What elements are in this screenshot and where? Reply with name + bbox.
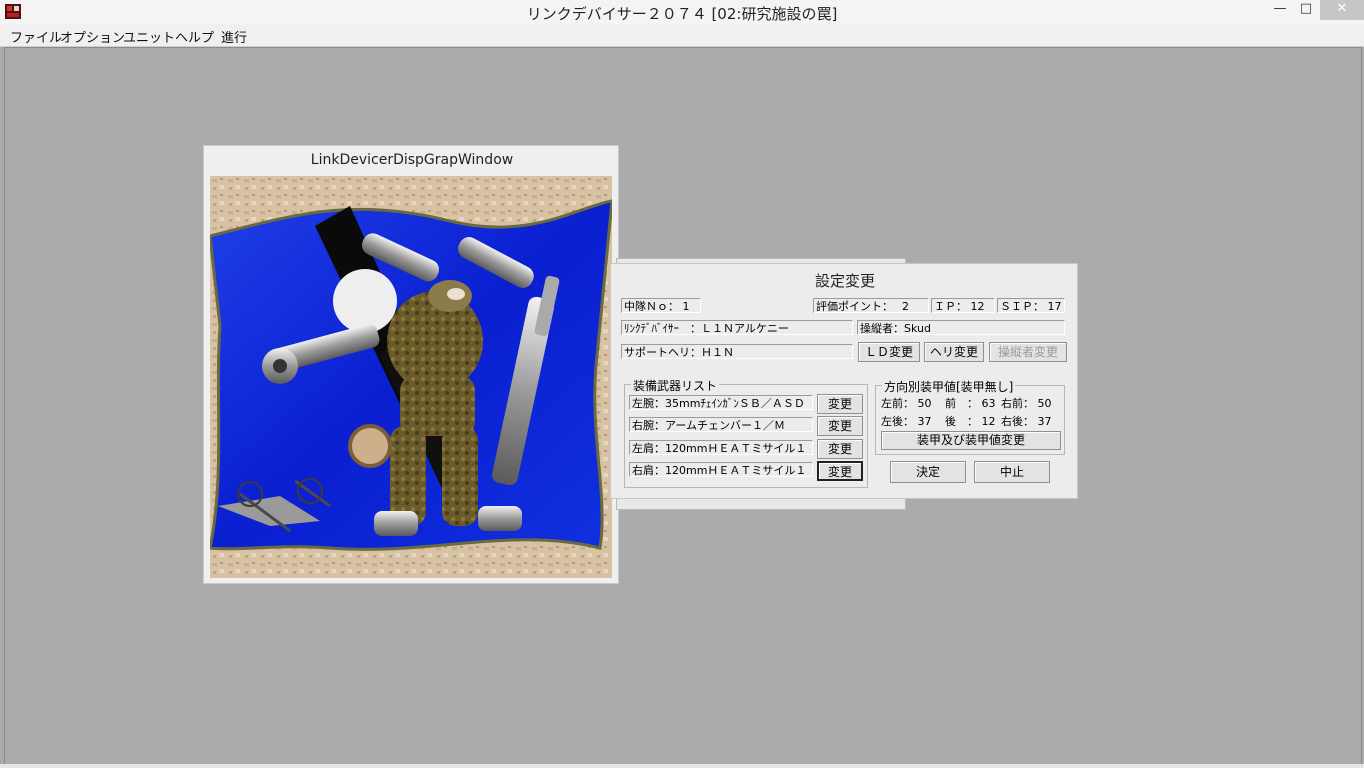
weapon-change-button-right-shoulder[interactable]: 変更 [817, 461, 863, 481]
maximize-button[interactable]: □ [1294, 0, 1318, 20]
evaluation-points: 評価ポイント： 2 [813, 298, 929, 313]
close-icon: ✕ [1336, 1, 1348, 16]
dialog-title: 設定変更 [814, 272, 875, 290]
menu-progress[interactable]: 進行 [221, 27, 247, 46]
cancel-button[interactable]: 中止 [974, 461, 1050, 483]
menu-unit[interactable]: ユニット [123, 27, 175, 46]
sip-value: ＳＩＰ： 17 [997, 298, 1065, 313]
ld-change-button[interactable]: ＬＤ変更 [858, 342, 920, 362]
pilot-change-button[interactable]: 操縦者変更 [989, 342, 1067, 362]
weapon-change-button-left-arm[interactable]: 変更 [817, 394, 863, 414]
bottom-edge [0, 764, 1364, 768]
weapon-change-button-right-arm[interactable]: 変更 [817, 416, 863, 436]
armor-change-button[interactable]: 装甲及び装甲値変更 [881, 431, 1061, 450]
armor-left-rear: 左後： 37 [881, 415, 932, 428]
armor-group-label: 方向別装甲値[装甲無し] [882, 378, 1016, 395]
maximize-icon: □ [1299, 1, 1313, 16]
weapons-group-label: 装備武器リスト [631, 377, 720, 394]
weapon-right-arm: 右腕：アームチェンバー１／Ｍ [629, 417, 813, 432]
menu-help[interactable]: ヘルプ [175, 27, 214, 46]
menu-file[interactable]: ファイル [10, 27, 62, 46]
mech-illustration [210, 176, 612, 578]
settings-dialog[interactable]: 設定変更 中隊Ｎｏ： 1 評価ポイント： 2 ＩＰ： 12 ＳＩＰ： 17 ﾘﾝ… [610, 263, 1078, 499]
minimize-icon: — [1273, 1, 1287, 16]
armor-left-front: 左前： 50 [881, 397, 932, 410]
menu-options[interactable]: オプション [60, 27, 125, 46]
menu-bar: ファイル オプション ユニット ヘルプ 進行 [0, 24, 1364, 47]
ip-value: ＩＰ： 12 [931, 298, 995, 313]
ok-button[interactable]: 決定 [890, 461, 966, 483]
support-heli-field: サポートヘリ：Ｈ１Ｎ [621, 344, 853, 359]
armor-rear: 後 ： 12 [945, 415, 996, 428]
heli-change-button[interactable]: ヘリ変更 [924, 342, 984, 362]
title-bar: リンクデバイサー２０７４ [02:研究施設の罠] — □ ✕ [0, 0, 1364, 24]
armor-front: 前 ： 63 [945, 397, 996, 410]
graphic-window-title: LinkDevicerDispGrapWindow [310, 152, 514, 168]
pilot-field: 操縦者：Skud [857, 320, 1065, 335]
minimize-button[interactable]: — [1268, 0, 1292, 20]
graphic-window[interactable]: LinkDevicerDispGrapWindow [203, 145, 619, 584]
close-button[interactable]: ✕ [1320, 0, 1364, 20]
weapon-left-arm: 左腕：35mmﾁｪｲﾝｶﾞﾝＳＢ／ＡＳＤ [629, 395, 813, 410]
weapon-left-shoulder: 左肩：120mmＨＥＡＴミサイル１ [629, 440, 813, 455]
armor-right-rear: 右後： 37 [1001, 415, 1052, 428]
weapon-change-button-left-shoulder[interactable]: 変更 [817, 439, 863, 459]
armor-right-front: 右前： 50 [1001, 397, 1052, 410]
window-title: リンクデバイサー２０７４ [02:研究施設の罠] [526, 5, 838, 23]
weapon-right-shoulder: 右肩：120mmＨＥＡＴミサイル１ [629, 462, 813, 477]
squad-number: 中隊Ｎｏ： 1 [621, 298, 701, 313]
link-device-field: ﾘﾝｸﾃﾞﾊﾞｲｻｰ ：Ｌ１Ｎアルケニー [621, 320, 853, 335]
